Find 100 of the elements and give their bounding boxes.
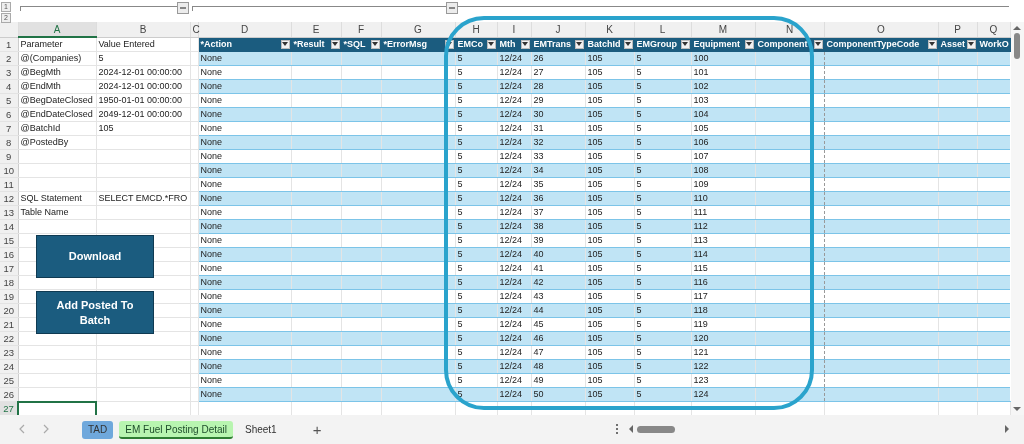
table-cell: 12/24 xyxy=(499,165,523,175)
parameter-label: Table Name xyxy=(20,207,69,217)
filter-dropdown-button[interactable] xyxy=(574,39,584,49)
collapse-icon[interactable] xyxy=(446,2,458,14)
table-cell: 5 xyxy=(636,375,642,385)
column-header[interactable]: Q xyxy=(977,22,1010,37)
scroll-left-icon[interactable] xyxy=(628,425,634,433)
download-button[interactable]: Download xyxy=(36,235,154,278)
filter-dropdown-button[interactable] xyxy=(330,39,340,49)
add-sheet-button[interactable]: + xyxy=(312,421,322,438)
table-cell: 122 xyxy=(693,361,709,371)
column-title: BatchId xyxy=(587,38,621,49)
table-cell: 5 xyxy=(457,95,463,105)
scrollbar-thumb[interactable] xyxy=(1014,33,1021,59)
scroll-up-icon[interactable] xyxy=(1013,25,1022,31)
parameter-label: @EndDateClosed xyxy=(20,109,93,119)
parameter-value: 1950-01-01 00:00:00 xyxy=(98,95,183,105)
column-header[interactable]: E xyxy=(291,22,341,37)
table-cell: 5 xyxy=(457,305,463,315)
table-cell: 12/24 xyxy=(499,179,523,189)
table-cell: 12/24 xyxy=(499,263,523,273)
table-cell: 28 xyxy=(533,81,544,91)
sheet-tab[interactable]: EM Fuel Posting Detail xyxy=(119,420,233,439)
table-cell: 5 xyxy=(636,235,642,245)
table-cell: 12/24 xyxy=(499,221,523,231)
table-cell: None xyxy=(200,109,222,119)
scroll-down-icon[interactable] xyxy=(1013,406,1022,412)
filter-dropdown-button[interactable] xyxy=(680,39,690,49)
table-cell: 106 xyxy=(693,137,709,147)
table-cell: None xyxy=(200,291,222,301)
table-cell: 5 xyxy=(457,375,463,385)
table-cell: 5 xyxy=(457,207,463,217)
parameter-label: @(Companies) xyxy=(20,53,82,63)
table-cell: None xyxy=(200,249,222,259)
table-cell: 105 xyxy=(587,151,603,161)
column-header[interactable]: M xyxy=(691,22,755,37)
horizontal-scrollbar[interactable] xyxy=(628,423,1010,435)
sheet-tab[interactable]: Sheet1 xyxy=(239,420,283,439)
column-header[interactable]: C xyxy=(190,22,198,37)
parameter-label: @EndMth xyxy=(20,81,61,91)
table-cell: 12/24 xyxy=(499,137,523,147)
filter-dropdown-button[interactable] xyxy=(370,39,380,49)
table-cell: 113 xyxy=(693,235,708,245)
add-posted-to-batch-button[interactable]: Add Posted To Batch xyxy=(36,291,154,334)
table-cell: None xyxy=(200,67,222,77)
table-cell: 105 xyxy=(587,193,603,203)
column-header[interactable]: I xyxy=(497,22,531,37)
more-options-icon[interactable] xyxy=(615,423,619,435)
table-cell: 5 xyxy=(636,193,642,203)
table-cell: 124 xyxy=(693,389,709,399)
column-header[interactable]: K xyxy=(585,22,634,37)
table-cell: None xyxy=(200,193,222,203)
collapse-icon[interactable] xyxy=(177,2,189,14)
table-cell: 5 xyxy=(636,151,642,161)
table-cell: 5 xyxy=(636,333,642,343)
table-cell: 5 xyxy=(457,137,463,147)
column-header[interactable]: P xyxy=(938,22,977,37)
table-cell: 116 xyxy=(693,277,708,287)
column-header[interactable]: L xyxy=(634,22,691,37)
table-cell: 108 xyxy=(693,165,709,175)
table-cell: 5 xyxy=(457,333,463,343)
table-cell: 105 xyxy=(587,81,603,91)
table-cell: 5 xyxy=(457,53,463,63)
filter-dropdown-button[interactable] xyxy=(966,39,976,49)
filter-dropdown-button[interactable] xyxy=(444,39,454,49)
column-header[interactable]: B xyxy=(96,22,190,37)
table-cell: 12/24 xyxy=(499,207,523,217)
table-cell: 12/24 xyxy=(499,389,523,399)
table-cell: 30 xyxy=(533,109,544,119)
table-cell: 12/24 xyxy=(499,67,523,77)
parameter-label: Parameter xyxy=(20,39,63,49)
table-cell: 12/24 xyxy=(499,235,523,245)
column-header[interactable]: J xyxy=(531,22,585,37)
table-cell: 27 xyxy=(533,67,544,77)
filter-dropdown-button[interactable] xyxy=(486,39,496,49)
table-cell: 38 xyxy=(533,221,544,231)
scroll-right-icon[interactable] xyxy=(1004,425,1010,433)
column-header[interactable]: O xyxy=(824,22,938,37)
column-header[interactable]: A xyxy=(18,22,96,37)
column-header[interactable]: F xyxy=(341,22,381,37)
table-cell: 105 xyxy=(587,221,603,231)
filter-dropdown-button[interactable] xyxy=(813,39,823,49)
table-cell: 105 xyxy=(587,207,603,217)
table-cell: 5 xyxy=(457,193,463,203)
scrollbar-thumb[interactable] xyxy=(637,425,675,433)
table-cell: 39 xyxy=(533,235,544,245)
column-header[interactable]: G xyxy=(381,22,455,37)
filter-dropdown-button[interactable] xyxy=(280,39,290,49)
table-cell: 105 xyxy=(587,95,603,105)
table-cell: 12/24 xyxy=(499,361,523,371)
column-header[interactable]: D xyxy=(198,22,291,37)
filter-dropdown-button[interactable] xyxy=(520,39,530,49)
filter-dropdown-button[interactable] xyxy=(927,39,937,49)
filter-dropdown-button[interactable] xyxy=(744,39,754,49)
filter-dropdown-button[interactable] xyxy=(623,39,633,49)
table-cell: 105 xyxy=(587,123,603,133)
sheet-tab[interactable]: TAD xyxy=(82,420,114,439)
column-title: Mth xyxy=(499,38,516,49)
vertical-scrollbar[interactable] xyxy=(1010,22,1024,415)
table-cell: 5 xyxy=(636,347,642,357)
